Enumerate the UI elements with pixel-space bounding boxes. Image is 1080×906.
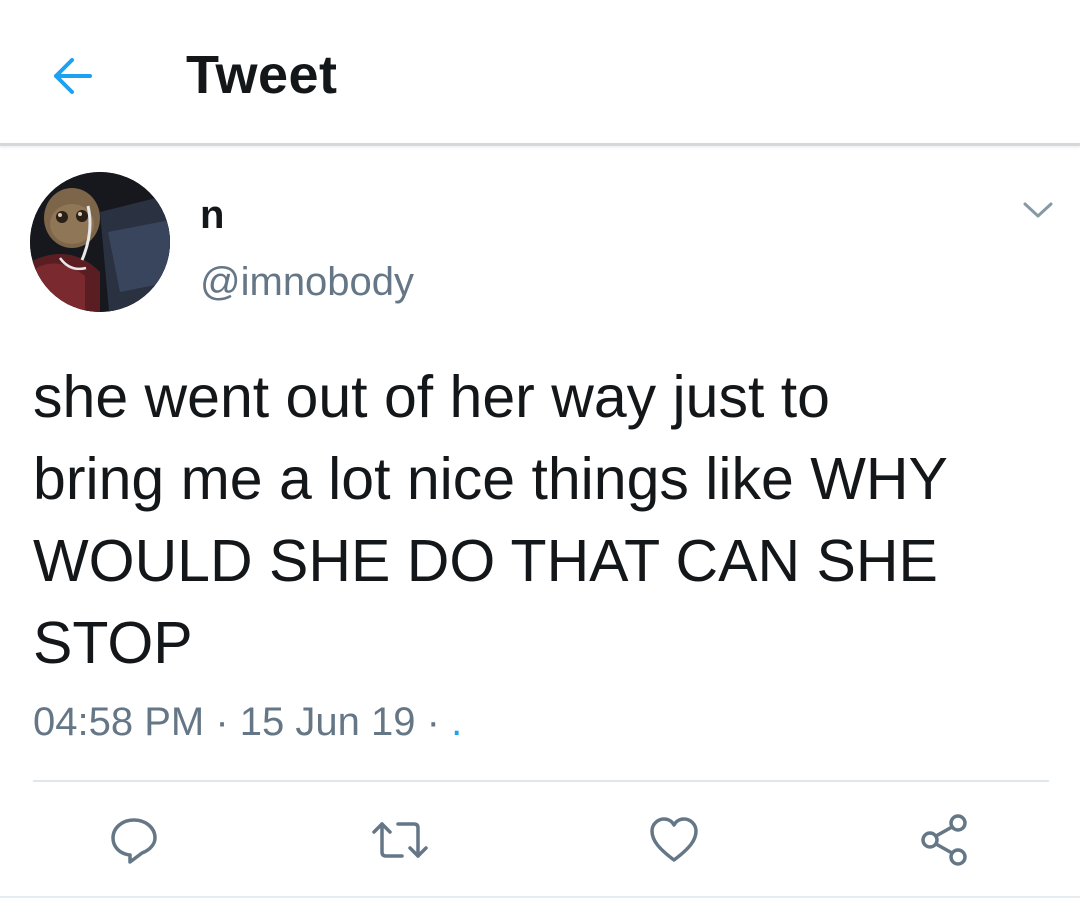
- retweet-button[interactable]: [370, 810, 430, 870]
- share-icon: [921, 814, 967, 866]
- more-options-button[interactable]: [1016, 192, 1060, 228]
- tweet-text: she went out of her way just to bring me…: [33, 364, 948, 676]
- tweet-detail-screen: Tweet n @imnobody she went out of her wa…: [0, 0, 1080, 906]
- like-button[interactable]: [644, 810, 704, 870]
- share-button[interactable]: [914, 810, 974, 870]
- tweet-date: 15 Jun 19: [239, 700, 416, 744]
- reply-icon: [111, 818, 157, 864]
- display-name[interactable]: n: [200, 193, 224, 238]
- page-title: Tweet: [186, 45, 338, 105]
- retweet-icon: [372, 822, 428, 858]
- tweet-metadata: 04:58 PM · 15 Jun 19 · .: [33, 700, 462, 745]
- avatar[interactable]: [30, 172, 170, 312]
- reply-button[interactable]: [104, 810, 164, 870]
- divider: [0, 896, 1080, 898]
- top-app-bar: Tweet: [0, 0, 1080, 146]
- meta-separator: ·: [426, 700, 440, 744]
- divider: [33, 780, 1049, 782]
- tweet-source-link[interactable]: .: [451, 700, 462, 744]
- heart-icon: [650, 817, 698, 862]
- arrow-left-icon: [54, 58, 92, 94]
- avatar-image: [30, 172, 170, 312]
- user-handle[interactable]: @imnobody: [200, 260, 414, 305]
- tweet-time: 04:58 PM: [33, 700, 205, 744]
- back-button[interactable]: [44, 48, 100, 104]
- meta-separator: ·: [215, 700, 229, 744]
- chevron-down-icon: [1023, 202, 1053, 218]
